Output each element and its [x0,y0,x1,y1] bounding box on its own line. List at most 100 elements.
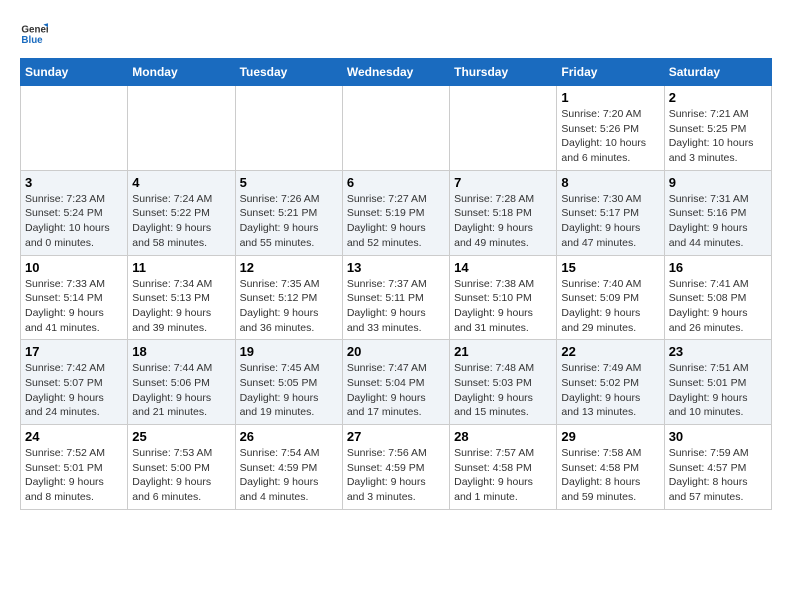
day-info: Sunrise: 7:58 AM Sunset: 4:58 PM Dayligh… [561,446,659,505]
day-info: Sunrise: 7:54 AM Sunset: 4:59 PM Dayligh… [240,446,338,505]
calendar-cell: 9 Sunrise: 7:31 AM Sunset: 5:16 PM Daylig… [664,170,771,255]
calendar-cell: 12Sunrise: 7:35 AM Sunset: 5:12 PM Dayli… [235,255,342,340]
day-number: 29 [561,429,659,444]
calendar-cell: 20Sunrise: 7:47 AM Sunset: 5:04 PM Dayli… [342,340,449,425]
day-number: 5 [240,175,338,190]
calendar-cell: 15 Sunrise: 7:40 AM Sunset: 5:09 PM Dayli… [557,255,664,340]
day-info: Sunrise: 7:26 AM Sunset: 5:21 PM Dayligh… [240,192,338,251]
day-info: Sunrise: 7:47 AM Sunset: 5:04 PM Dayligh… [347,361,445,420]
calendar-table: SundayMondayTuesdayWednesdayThursdayFrid… [20,58,772,510]
day-info: Sunrise: 7:40 AM Sunset: 5:09 PM Dayligh… [561,277,659,336]
day-number: 23 [669,344,767,359]
day-number: 13 [347,260,445,275]
calendar-cell: 8 Sunrise: 7:30 AM Sunset: 5:17 PM Daylig… [557,170,664,255]
calendar-cell: 5 Sunrise: 7:26 AM Sunset: 5:21 PM Daylig… [235,170,342,255]
calendar-cell: 14 Sunrise: 7:38 AM Sunset: 5:10 PM Dayli… [450,255,557,340]
day-number: 1 [561,90,659,105]
day-number: 26 [240,429,338,444]
day-number: 30 [669,429,767,444]
calendar-cell: 19 Sunrise: 7:45 AM Sunset: 5:05 PM Dayli… [235,340,342,425]
day-info: Sunrise: 7:34 AM Sunset: 5:13 PM Dayligh… [132,277,230,336]
weekday-header-tuesday: Tuesday [235,59,342,86]
day-info: Sunrise: 7:28 AM Sunset: 5:18 PM Dayligh… [454,192,552,251]
weekday-header-saturday: Saturday [664,59,771,86]
day-info: Sunrise: 7:59 AM Sunset: 4:57 PM Dayligh… [669,446,767,505]
day-number: 15 [561,260,659,275]
calendar-cell: 24 Sunrise: 7:52 AM Sunset: 5:01 PM Dayli… [21,425,128,510]
calendar-week-row: 3 Sunrise: 7:23 AM Sunset: 5:24 PM Daylig… [21,170,772,255]
day-number: 24 [25,429,123,444]
calendar-cell: 1 Sunrise: 7:20 AM Sunset: 5:26 PM Daylig… [557,86,664,171]
day-info: Sunrise: 7:30 AM Sunset: 5:17 PM Dayligh… [561,192,659,251]
day-info: Sunrise: 7:53 AM Sunset: 5:00 PM Dayligh… [132,446,230,505]
day-info: Sunrise: 7:23 AM Sunset: 5:24 PM Dayligh… [25,192,123,251]
calendar-cell [21,86,128,171]
day-info: Sunrise: 7:42 AM Sunset: 5:07 PM Dayligh… [25,361,123,420]
day-info: Sunrise: 7:38 AM Sunset: 5:10 PM Dayligh… [454,277,552,336]
day-number: 7 [454,175,552,190]
calendar-cell: 28Sunrise: 7:57 AM Sunset: 4:58 PM Dayli… [450,425,557,510]
calendar-cell: 13 Sunrise: 7:37 AM Sunset: 5:11 PM Dayli… [342,255,449,340]
day-number: 28 [454,429,552,444]
calendar-cell: 4 Sunrise: 7:24 AM Sunset: 5:22 PM Daylig… [128,170,235,255]
calendar-cell: 22 Sunrise: 7:49 AM Sunset: 5:02 PM Dayli… [557,340,664,425]
weekday-header-wednesday: Wednesday [342,59,449,86]
calendar-cell: 25 Sunrise: 7:53 AM Sunset: 5:00 PM Dayli… [128,425,235,510]
calendar-cell: 11Sunrise: 7:34 AM Sunset: 5:13 PM Dayli… [128,255,235,340]
calendar-cell: 6 Sunrise: 7:27 AM Sunset: 5:19 PM Daylig… [342,170,449,255]
day-info: Sunrise: 7:33 AM Sunset: 5:14 PM Dayligh… [25,277,123,336]
calendar-cell: 7 Sunrise: 7:28 AM Sunset: 5:18 PM Daylig… [450,170,557,255]
day-info: Sunrise: 7:27 AM Sunset: 5:19 PM Dayligh… [347,192,445,251]
svg-text:General: General [21,25,48,36]
day-info: Sunrise: 7:45 AM Sunset: 5:05 PM Dayligh… [240,361,338,420]
logo-icon: General Blue [20,20,48,48]
day-number: 22 [561,344,659,359]
day-info: Sunrise: 7:49 AM Sunset: 5:02 PM Dayligh… [561,361,659,420]
calendar-cell: 29 Sunrise: 7:58 AM Sunset: 4:58 PM Dayli… [557,425,664,510]
day-number: 14 [454,260,552,275]
calendar-cell: 2 Sunrise: 7:21 AM Sunset: 5:25 PM Daylig… [664,86,771,171]
calendar-cell: 27 Sunrise: 7:56 AM Sunset: 4:59 PM Dayli… [342,425,449,510]
calendar-cell [235,86,342,171]
page-header: General Blue [20,20,772,48]
day-info: Sunrise: 7:41 AM Sunset: 5:08 PM Dayligh… [669,277,767,336]
day-info: Sunrise: 7:21 AM Sunset: 5:25 PM Dayligh… [669,107,767,166]
day-info: Sunrise: 7:20 AM Sunset: 5:26 PM Dayligh… [561,107,659,166]
calendar-week-row: 10 Sunrise: 7:33 AM Sunset: 5:14 PM Dayli… [21,255,772,340]
day-number: 18 [132,344,230,359]
weekday-header-row: SundayMondayTuesdayWednesdayThursdayFrid… [21,59,772,86]
day-number: 2 [669,90,767,105]
day-number: 4 [132,175,230,190]
day-number: 25 [132,429,230,444]
day-info: Sunrise: 7:35 AM Sunset: 5:12 PM Dayligh… [240,277,338,336]
day-number: 19 [240,344,338,359]
day-info: Sunrise: 7:44 AM Sunset: 5:06 PM Dayligh… [132,361,230,420]
day-info: Sunrise: 7:56 AM Sunset: 4:59 PM Dayligh… [347,446,445,505]
calendar-cell: 17Sunrise: 7:42 AM Sunset: 5:07 PM Dayli… [21,340,128,425]
day-number: 3 [25,175,123,190]
calendar-cell: 3 Sunrise: 7:23 AM Sunset: 5:24 PM Daylig… [21,170,128,255]
calendar-body: 1 Sunrise: 7:20 AM Sunset: 5:26 PM Daylig… [21,86,772,510]
day-info: Sunrise: 7:24 AM Sunset: 5:22 PM Dayligh… [132,192,230,251]
svg-text:Blue: Blue [21,35,43,46]
day-number: 8 [561,175,659,190]
weekday-header-monday: Monday [128,59,235,86]
day-info: Sunrise: 7:31 AM Sunset: 5:16 PM Dayligh… [669,192,767,251]
day-info: Sunrise: 7:37 AM Sunset: 5:11 PM Dayligh… [347,277,445,336]
weekday-header-friday: Friday [557,59,664,86]
day-info: Sunrise: 7:52 AM Sunset: 5:01 PM Dayligh… [25,446,123,505]
day-number: 21 [454,344,552,359]
logo: General Blue [20,20,48,48]
calendar-week-row: 17Sunrise: 7:42 AM Sunset: 5:07 PM Dayli… [21,340,772,425]
calendar-cell: 18 Sunrise: 7:44 AM Sunset: 5:06 PM Dayli… [128,340,235,425]
day-number: 9 [669,175,767,190]
day-number: 6 [347,175,445,190]
day-number: 10 [25,260,123,275]
calendar-cell [342,86,449,171]
day-number: 16 [669,260,767,275]
day-info: Sunrise: 7:48 AM Sunset: 5:03 PM Dayligh… [454,361,552,420]
calendar-week-row: 24 Sunrise: 7:52 AM Sunset: 5:01 PM Dayli… [21,425,772,510]
day-number: 27 [347,429,445,444]
calendar-cell [450,86,557,171]
weekday-header-sunday: Sunday [21,59,128,86]
